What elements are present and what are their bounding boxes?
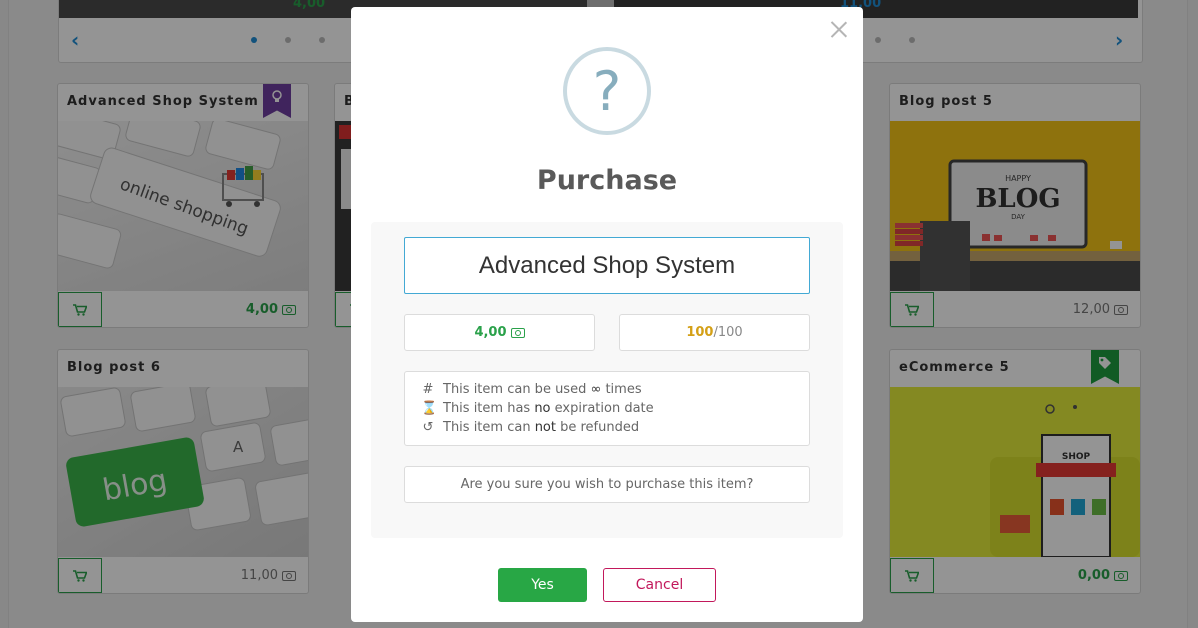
item-stock: 100/100 — [619, 314, 810, 351]
hash-icon: # — [422, 382, 434, 397]
item-info: # This item can be used ∞ times ⌛ This i… — [404, 371, 810, 446]
undo-icon: ↺ — [422, 420, 434, 435]
yes-button[interactable]: Yes — [498, 568, 587, 602]
dialog-body: Advanced Shop System 4,00 100/100 # This… — [371, 222, 843, 538]
dialog-title: Purchase — [536, 165, 678, 196]
close-icon[interactable] — [827, 17, 851, 41]
item-price: 4,00 — [404, 314, 595, 351]
cancel-button[interactable]: Cancel — [603, 568, 716, 602]
stock-current: 100 — [686, 325, 714, 340]
hourglass-icon: ⌛ — [421, 401, 438, 416]
confirm-message: Are you sure you wish to purchase this i… — [404, 466, 810, 503]
info-line-uses: # This item can be used ∞ times — [422, 382, 642, 397]
item-name: Advanced Shop System — [404, 237, 810, 294]
stock-total: /100 — [713, 325, 743, 340]
purchase-dialog: ? Purchase Advanced Shop System 4,00 100… — [351, 7, 863, 622]
info-line-expiration: ⌛ This item has no expiration date — [421, 401, 654, 416]
money-icon — [510, 327, 525, 338]
question-icon: ? — [563, 47, 651, 135]
info-line-refund: ↺ This item can not be refunded — [422, 420, 640, 435]
